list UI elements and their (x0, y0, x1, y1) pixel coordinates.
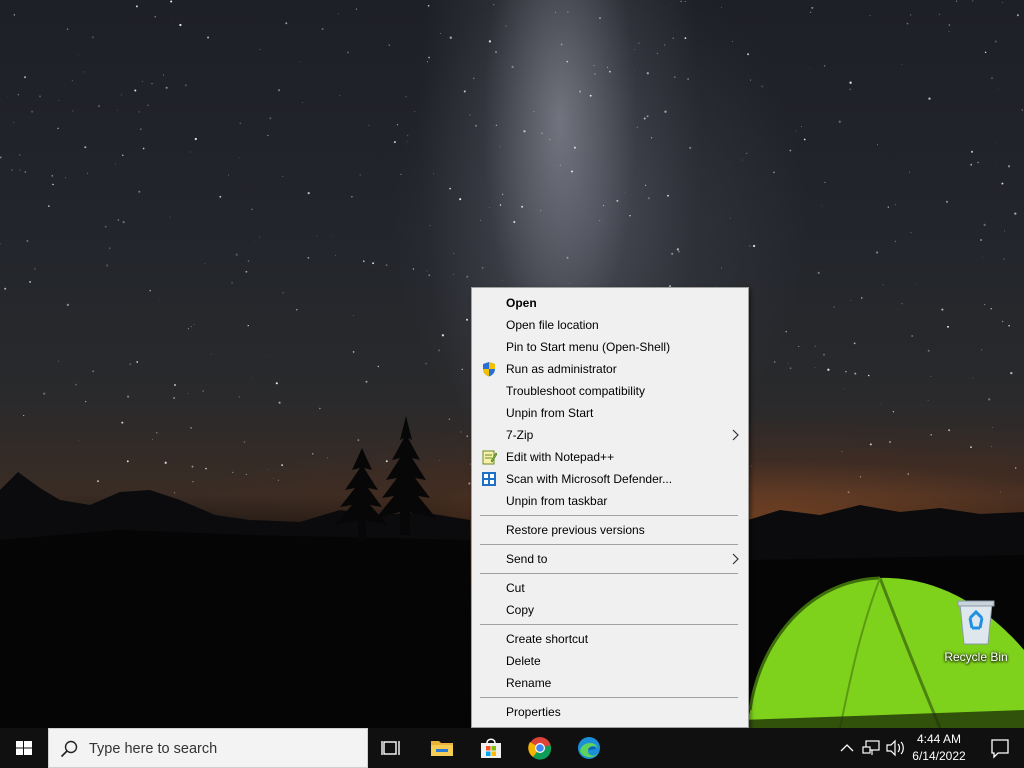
menu-item-7-zip[interactable]: 7-Zip (472, 424, 748, 446)
edge-button[interactable] (565, 728, 613, 768)
menu-item-label: Delete (506, 654, 541, 668)
menu-item-cut[interactable]: Cut (472, 577, 748, 599)
menu-item-create-shortcut[interactable]: Create shortcut (472, 628, 748, 650)
menu-item-delete[interactable]: Delete (472, 650, 748, 672)
menu-item-label: Troubleshoot compatibility (506, 384, 645, 398)
menu-item-label: Open file location (506, 318, 599, 332)
windows-logo-icon (16, 741, 32, 755)
menu-item-pin-to-start-menu-open-shell[interactable]: Pin to Start menu (Open-Shell) (472, 336, 748, 358)
start-button[interactable] (0, 728, 48, 768)
menu-item-label: Restore previous versions (506, 523, 645, 537)
menu-item-scan-with-microsoft-defender[interactable]: Scan with Microsoft Defender... (472, 468, 748, 490)
taskbar-search-box[interactable]: Type here to search (48, 728, 368, 768)
menu-separator (472, 541, 748, 548)
menu-item-label: Copy (506, 603, 535, 617)
menu-item-label: Unpin from taskbar (506, 494, 608, 508)
menu-item-label: Properties (506, 705, 561, 719)
desktop-icon-label: Recycle Bin (944, 650, 1008, 664)
network-icon (862, 740, 880, 755)
uac-shield-icon (483, 362, 495, 377)
menu-item-send-to[interactable]: Send to (472, 548, 748, 570)
action-center-button[interactable] (976, 728, 1024, 768)
menu-item-label: Run as administrator (506, 362, 617, 376)
menu-item-label: 7-Zip (506, 428, 534, 442)
menu-item-label: Unpin from Start (506, 406, 594, 420)
menu-item-rename[interactable]: Rename (472, 672, 748, 694)
file-explorer-button[interactable] (418, 728, 466, 768)
desktop-icon-recycle-bin[interactable]: Recycle Bin (938, 598, 1014, 674)
taskbar: Type here to search 4:44 AM 6/14/2022 (0, 728, 1024, 768)
menu-item-label: Pin to Start menu (Open-Shell) (506, 340, 671, 354)
search-placeholder: Type here to search (89, 741, 218, 757)
chrome-icon (528, 737, 552, 760)
menu-item-label: Send to (506, 552, 548, 566)
menu-item-troubleshoot-compatibility[interactable]: Troubleshoot compatibility (472, 380, 748, 402)
volume-button[interactable] (884, 728, 908, 768)
menu-item-open-file-location[interactable]: Open file location (472, 314, 748, 336)
menu-item-edit-with-notepad[interactable]: Edit with Notepad++ (472, 446, 748, 468)
chevron-up-icon (840, 744, 854, 752)
menu-item-label: Cut (506, 581, 525, 595)
menu-separator (472, 694, 748, 701)
chevron-right-icon (732, 429, 739, 441)
notification-icon (991, 739, 1009, 759)
menu-item-unpin-from-start[interactable]: Unpin from Start (472, 402, 748, 424)
clock-time: 4:44 AM (916, 732, 962, 746)
edge-icon (578, 737, 600, 759)
network-button[interactable] (860, 728, 884, 768)
task-view-icon (381, 741, 400, 755)
menu-item-properties[interactable]: Properties (472, 701, 748, 723)
menu-item-unpin-from-taskbar[interactable]: Unpin from taskbar (472, 490, 748, 512)
taskbar-clock[interactable]: 4:44 AM 6/14/2022 (906, 731, 972, 765)
task-view-button[interactable] (368, 728, 416, 768)
context-menu: Open Open file location Pin to Start menu … (471, 287, 749, 728)
notepad-plus-plus-icon (482, 450, 497, 465)
menu-item-label: Create shortcut (506, 632, 589, 646)
menu-item-label: Edit with Notepad++ (506, 450, 615, 464)
microsoft-store-button[interactable] (467, 728, 515, 768)
menu-separator (472, 570, 748, 577)
menu-item-run-as-administrator[interactable]: Run as administrator (472, 358, 748, 380)
menu-item-label: Open (506, 296, 537, 310)
microsoft-store-icon (481, 738, 501, 758)
speaker-icon (886, 739, 904, 757)
menu-item-open[interactable]: Open (472, 292, 748, 314)
menu-item-label: Rename (506, 676, 552, 690)
recycle-bin-icon (957, 600, 995, 645)
clock-date: 6/14/2022 (912, 749, 966, 763)
show-hidden-icons-button[interactable] (836, 728, 858, 768)
chevron-right-icon (732, 553, 739, 565)
menu-item-label: Scan with Microsoft Defender... (506, 472, 673, 486)
search-icon (60, 740, 78, 758)
menu-separator (472, 512, 748, 519)
menu-item-restore-previous-versions[interactable]: Restore previous versions (472, 519, 748, 541)
file-explorer-icon (431, 741, 453, 756)
chrome-button[interactable] (516, 728, 564, 768)
defender-icon (482, 472, 496, 486)
menu-item-copy[interactable]: Copy (472, 599, 748, 621)
menu-separator (472, 621, 748, 628)
